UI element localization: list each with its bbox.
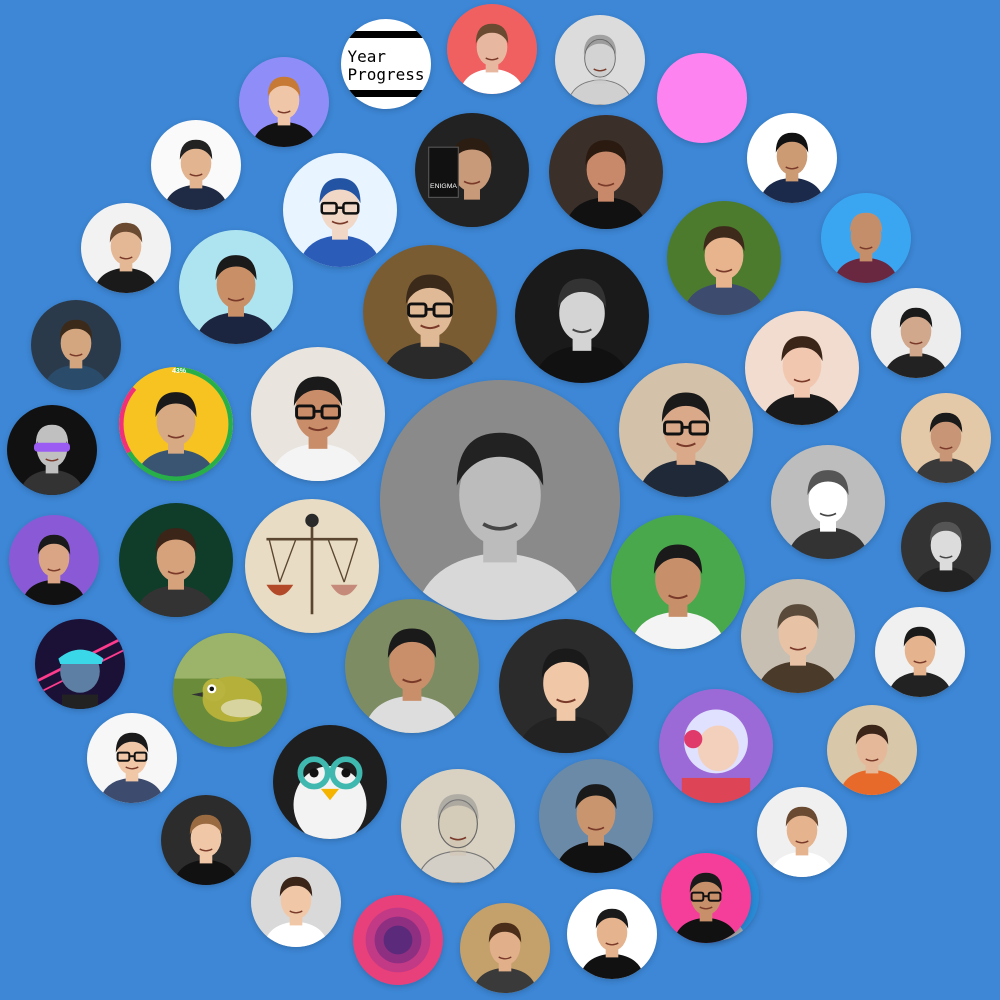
progress-ring-badge: 43%	[172, 368, 187, 375]
avatar-portrait-14[interactable]	[667, 201, 781, 315]
avatar-portrait-06[interactable]	[747, 113, 837, 203]
avatar-portrait-30[interactable]	[741, 579, 855, 693]
year-progress-bottom-bar	[341, 90, 431, 97]
avatar-portrait-37[interactable]	[87, 713, 177, 803]
avatar-portrait-48[interactable]	[567, 889, 657, 979]
avatar-portrait-24[interactable]	[771, 445, 885, 559]
avatar-portrait-32[interactable]	[35, 619, 125, 709]
avatar-portrait-05[interactable]	[239, 57, 329, 147]
avatar-portrait-45[interactable]	[251, 857, 341, 947]
avatar-portrait-16[interactable]	[31, 300, 121, 390]
avatar-portrait-21[interactable]	[7, 405, 97, 495]
avatar-portrait-17[interactable]	[871, 288, 961, 378]
avatar-portrait-36[interactable]	[827, 705, 917, 795]
avatar-portrait-12[interactable]	[363, 245, 497, 379]
avatar-portrait-02[interactable]	[447, 4, 537, 94]
avatar-portrait-10[interactable]	[81, 203, 171, 293]
avatar-portrait-25[interactable]	[9, 515, 99, 605]
avatar-portrait-34[interactable]	[499, 619, 633, 753]
avatar-portrait-31[interactable]	[875, 607, 965, 697]
avatar-portrait-41[interactable]	[401, 769, 515, 883]
avatar-portrait-19[interactable]	[119, 367, 233, 481]
avatar-portrait-27[interactable]	[245, 499, 379, 633]
avatar-portrait-04[interactable]	[657, 53, 747, 143]
year-progress-logo[interactable]: Year Progress	[341, 19, 431, 109]
center-avatar[interactable]	[380, 380, 620, 620]
avatar-portrait-23[interactable]	[901, 393, 991, 483]
avatar-portrait-35[interactable]	[173, 633, 287, 747]
avatar-portrait-15[interactable]	[821, 193, 911, 283]
avatar-portrait-11[interactable]	[179, 230, 293, 344]
avatar-portrait-40[interactable]	[539, 759, 653, 873]
year-progress-top-bar	[341, 31, 431, 38]
avatar-portrait-22[interactable]	[619, 363, 753, 497]
avatar-portrait-03[interactable]	[555, 15, 645, 105]
avatar-portrait-46[interactable]	[353, 895, 443, 985]
avatar-portrait-09[interactable]	[549, 115, 663, 229]
avatar-portrait-49[interactable]	[661, 853, 751, 943]
avatar-portrait-28[interactable]	[901, 502, 991, 592]
avatar-portrait-13[interactable]	[515, 249, 649, 383]
avatar-cloud: Year Progress ENIGMA 43%	[0, 0, 1000, 1000]
avatar-portrait-29[interactable]	[611, 515, 745, 649]
year-progress-line-2: Progress	[347, 65, 425, 84]
avatar-portrait-33[interactable]	[345, 599, 479, 733]
year-progress-text: Year Progress	[347, 44, 424, 84]
avatar-portrait-01[interactable]	[151, 120, 241, 210]
avatar-portrait-26[interactable]	[119, 503, 233, 617]
year-progress-line-1: Year	[347, 47, 386, 66]
avatar-portrait-47[interactable]	[460, 903, 550, 993]
avatar-portrait-39[interactable]	[273, 725, 387, 839]
avatar-portrait-18[interactable]	[745, 311, 859, 425]
avatar-portrait-38[interactable]	[659, 689, 773, 803]
avatar-portrait-20[interactable]	[251, 347, 385, 481]
avatar-portrait-42[interactable]	[161, 795, 251, 885]
avatar-portrait-07[interactable]	[283, 153, 397, 267]
avatar-portrait-43[interactable]	[757, 787, 847, 877]
svg-text:ENIGMA: ENIGMA	[430, 183, 457, 190]
avatar-portrait-08[interactable]: ENIGMA	[415, 113, 529, 227]
